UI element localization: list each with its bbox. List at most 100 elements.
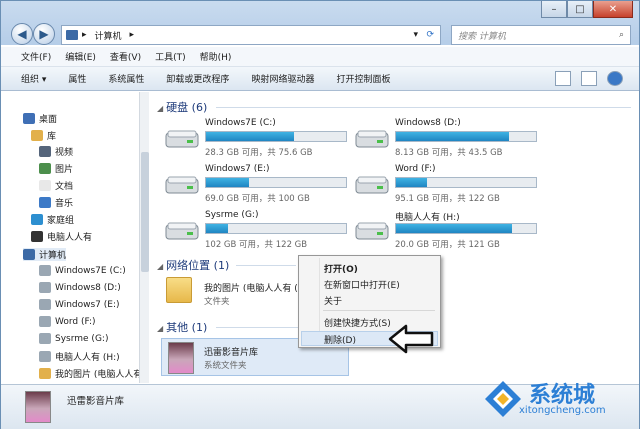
preview-pane-icon[interactable] <box>581 71 597 86</box>
section-network-header[interactable]: ◢ 网络位置 (1) <box>157 257 229 273</box>
drive-usage-fill <box>206 224 229 233</box>
menu-tools[interactable]: 工具(T) <box>155 50 186 63</box>
menu-about[interactable]: 关于 <box>324 294 342 307</box>
video-library-icon <box>25 391 51 423</box>
collapse-icon[interactable]: ◢ <box>157 104 163 113</box>
section-divider <box>216 327 298 328</box>
section-drives-header[interactable]: ◢ 硬盘 (6) <box>157 99 207 115</box>
drive-item[interactable]: Windows7E (C:) 28.3 GB 可用，共 75.6 GB <box>151 117 347 161</box>
drive-usage-fill <box>396 224 513 233</box>
nav-item-label: Word (F:) <box>55 316 96 327</box>
nav-item-label: Windows7E (C:) <box>55 265 126 276</box>
organize-button[interactable]: 组织 ▾ <box>21 72 46 85</box>
section-other-label: 其他 (1) <box>166 321 208 334</box>
collapse-icon[interactable]: ◢ <box>157 324 163 333</box>
menu-bar: 文件(F) 编辑(E) 查看(V) 工具(T) 帮助(H) <box>1 47 639 67</box>
search-icon[interactable]: ⌕ <box>619 30 624 40</box>
nav-item[interactable]: 电脑人人有 (H:) <box>39 350 120 363</box>
menu-file[interactable]: 文件(F) <box>21 50 51 63</box>
nav-item[interactable]: Sysrme (G:) <box>39 333 108 344</box>
refresh-icon[interactable]: ⟳ <box>426 30 434 40</box>
drive-name: Windows7 (E:) <box>205 164 270 174</box>
search-input[interactable]: 搜索 计算机 ⌕ <box>451 25 631 45</box>
nav-scrollbar[interactable] <box>139 92 149 383</box>
nav-item[interactable]: 电脑人人有 <box>31 230 92 243</box>
view-options-icon[interactable] <box>555 71 571 86</box>
nav-item-icon <box>39 299 51 310</box>
drive-item[interactable]: Sysrme (G:) 102 GB 可用，共 122 GB <box>151 209 347 253</box>
menu-help[interactable]: 帮助(H) <box>200 50 232 63</box>
drive-name: Windows8 (D:) <box>395 118 461 128</box>
menu-open-new-window[interactable]: 在新窗口中打开(E) <box>324 278 400 291</box>
forward-button[interactable]: ▶ <box>33 23 55 45</box>
nav-item[interactable]: 库 <box>31 129 56 142</box>
drive-usage-fill <box>206 132 295 141</box>
system-properties-button[interactable]: 系统属性 <box>108 72 144 85</box>
nav-item-icon <box>39 146 51 157</box>
nav-item-icon <box>39 163 51 174</box>
uninstall-button[interactable]: 卸载或更改程序 <box>166 72 229 85</box>
navigation-pane: 桌面库视频图片文档音乐家庭组电脑人人有计算机 Windows7E (C:) Wind… <box>1 92 149 383</box>
collapse-icon[interactable]: ◢ <box>157 262 163 271</box>
maximize-button[interactable]: □ <box>567 1 593 18</box>
menu-view[interactable]: 查看(V) <box>110 50 141 63</box>
section-divider <box>216 107 631 108</box>
section-other-header[interactable]: ◢ 其他 (1) <box>157 319 207 335</box>
map-drive-button[interactable]: 映射网络驱动器 <box>251 72 314 85</box>
drive-item[interactable]: Windows8 (D:) 8.13 GB 可用，共 43.5 GB <box>341 117 537 161</box>
nav-item[interactable]: Windows7 (E:) <box>39 299 120 310</box>
nav-item[interactable]: 图片 <box>39 162 73 175</box>
dropdown-icon[interactable]: ▾ <box>413 30 418 40</box>
search-placeholder: 搜索 计算机 <box>458 31 506 42</box>
window-controls: – □ ✕ <box>541 1 633 18</box>
nav-item-icon <box>31 130 43 141</box>
minimize-button[interactable]: – <box>541 1 567 18</box>
nav-item-label: Windows8 (D:) <box>55 282 121 293</box>
drive-usage-bar <box>205 223 347 234</box>
close-button[interactable]: ✕ <box>593 1 633 18</box>
nav-item[interactable]: 视频 <box>39 145 73 158</box>
nav-item-icon <box>39 265 51 276</box>
nav-item[interactable]: 计算机 <box>23 248 67 261</box>
pointer-arrow-icon <box>388 324 434 354</box>
drive-size: 102 GB 可用，共 122 GB <box>205 240 308 250</box>
nav-item[interactable]: Windows8 (D:) <box>39 282 121 293</box>
drive-usage-fill <box>396 132 510 141</box>
back-button[interactable]: ◀ <box>11 23 33 45</box>
nav-item-icon <box>31 214 43 225</box>
nav-item[interactable]: 我的图片 (电脑人人有 <box>39 367 142 380</box>
address-bar[interactable]: ▸ 计算机 ▸ ▾ ⟳ <box>61 25 441 45</box>
nav-item[interactable]: Word (F:) <box>39 316 96 327</box>
nav-item-label: 桌面 <box>39 115 58 125</box>
drive-size: 8.13 GB 可用，共 43.5 GB <box>395 148 503 158</box>
network-item-type: 文件夹 <box>204 297 230 307</box>
control-panel-button[interactable]: 打开控制面板 <box>336 72 390 85</box>
scrollbar-thumb[interactable] <box>141 152 149 272</box>
menu-open[interactable]: 打开(O) <box>324 262 358 275</box>
nav-item[interactable]: Windows7E (C:) <box>39 265 126 276</box>
drive-item[interactable]: 电脑人人有 (H:) 20.0 GB 可用，共 121 GB <box>341 209 537 253</box>
nav-item[interactable]: 文档 <box>39 179 73 192</box>
drive-name: 电脑人人有 (H:) <box>395 213 460 223</box>
menu-edit[interactable]: 编辑(E) <box>65 50 96 63</box>
nav-item-icon <box>39 333 51 344</box>
menu-delete[interactable]: 删除(D) <box>324 333 356 346</box>
menu-create-shortcut[interactable]: 创建快捷方式(S) <box>324 316 391 329</box>
section-network-label: 网络位置 (1) <box>166 259 230 272</box>
hard-drive-icon <box>355 176 389 194</box>
nav-item-label: 图片 <box>55 165 74 175</box>
help-icon[interactable] <box>607 71 623 86</box>
nav-item[interactable]: 桌面 <box>23 112 57 125</box>
nav-item[interactable]: 家庭组 <box>31 213 74 226</box>
nav-item[interactable]: 音乐 <box>39 196 73 209</box>
command-bar: 组织 ▾ 属性 系统属性 卸载或更改程序 映射网络驱动器 打开控制面板 <box>1 67 639 91</box>
nav-item-label: Windows7 (E:) <box>55 299 120 310</box>
hard-drive-icon <box>355 222 389 240</box>
drive-usage-bar <box>205 177 347 188</box>
address-segment[interactable]: 计算机 <box>95 29 122 42</box>
nav-item-icon <box>39 180 51 191</box>
drive-item[interactable]: Word (F:) 95.1 GB 可用，共 122 GB <box>341 163 537 207</box>
menu-separator <box>323 310 435 311</box>
properties-button[interactable]: 属性 <box>68 72 86 85</box>
drive-item[interactable]: Windows7 (E:) 69.0 GB 可用，共 100 GB <box>151 163 347 207</box>
